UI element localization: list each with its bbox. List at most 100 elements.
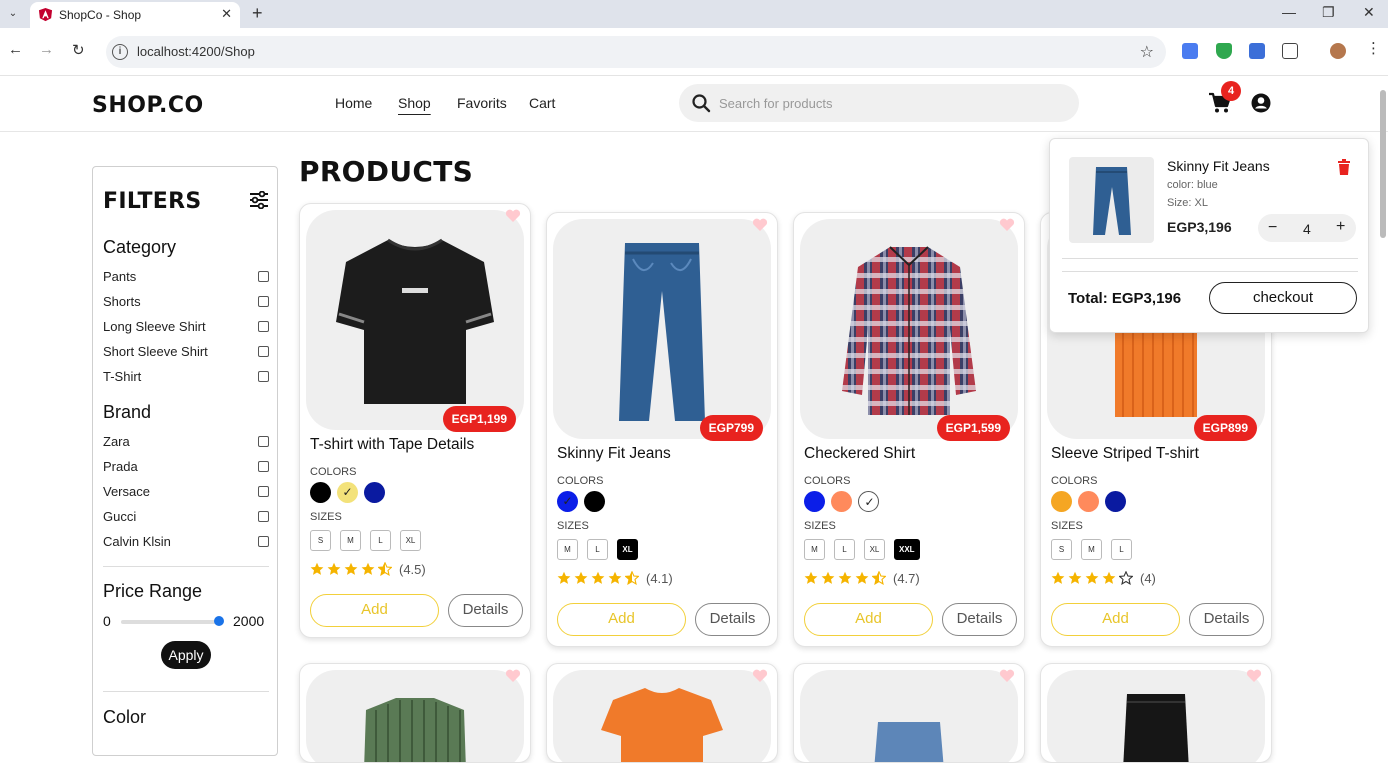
size-option[interactable]: S [310,530,331,551]
size-option[interactable]: M [1081,539,1102,560]
translate-extension-icon[interactable] [1182,43,1198,59]
size-option[interactable]: L [1111,539,1132,560]
tab-search-chevron-icon[interactable]: ⌄ [4,5,22,23]
extensions-puzzle-icon[interactable] [1282,43,1298,59]
product-image[interactable] [306,670,524,762]
shield-extension-icon[interactable] [1216,43,1232,59]
product-card[interactable] [1040,663,1272,763]
window-close-icon[interactable]: ✕ [1363,4,1375,21]
size-option[interactable]: L [587,539,608,560]
product-image[interactable] [306,210,524,430]
user-icon[interactable] [1251,93,1271,113]
color-swatch[interactable] [557,491,578,512]
bookmark-star-icon[interactable]: ☆ [1140,42,1154,62]
color-swatch[interactable] [858,491,880,513]
product-name[interactable]: Skinny Fit Jeans [557,445,671,463]
favorite-heart-icon[interactable] [752,218,768,232]
add-to-cart-button[interactable]: Add [804,603,933,636]
cart-item-image[interactable] [1069,157,1154,243]
details-button[interactable]: Details [942,603,1017,636]
profile-avatar[interactable] [1330,43,1346,59]
minimize-icon[interactable]: — [1282,4,1296,20]
checkbox[interactable] [258,461,269,472]
product-card[interactable] [793,663,1025,763]
size-option[interactable]: XL [617,539,638,560]
size-option[interactable]: M [557,539,578,560]
maximize-icon[interactable]: ❐ [1322,4,1335,21]
product-card[interactable]: EGP1,599 Checkered Shirt COLORS SIZES ML… [793,212,1025,647]
product-card[interactable] [546,663,778,763]
new-tab-icon[interactable]: + [252,3,263,24]
apply-button[interactable]: Apply [161,641,211,669]
increase-quantity-button[interactable]: + [1336,218,1345,236]
copy-extension-icon[interactable] [1249,43,1265,59]
favorite-heart-icon[interactable] [999,218,1015,232]
color-swatch[interactable] [364,482,385,503]
product-image[interactable] [800,670,1018,762]
details-button[interactable]: Details [1189,603,1264,636]
filter-category-long-sleeve-shirt[interactable]: Long Sleeve Shirt [103,319,269,337]
color-swatch[interactable] [1078,491,1099,512]
size-option[interactable]: XXL [894,539,920,560]
details-button[interactable]: Details [695,603,770,636]
details-button[interactable]: Details [448,594,523,627]
site-info-icon[interactable]: i [112,44,128,60]
browser-menu-icon[interactable]: ⋮ [1366,39,1381,57]
price-range-track[interactable] [121,620,219,624]
product-image[interactable] [800,219,1018,439]
product-card[interactable] [299,663,531,763]
sliders-icon[interactable] [249,191,269,209]
favorite-heart-icon[interactable] [999,669,1015,683]
favorite-heart-icon[interactable] [505,209,521,223]
product-name[interactable]: Sleeve Striped T-shirt [1051,445,1199,463]
filter-category-t-shirt[interactable]: T-Shirt [103,369,269,387]
size-option[interactable]: L [370,530,391,551]
color-swatch[interactable] [1051,491,1072,512]
color-swatch[interactable] [804,491,825,512]
checkbox[interactable] [258,346,269,357]
size-option[interactable]: M [340,530,361,551]
reload-icon[interactable]: ↻ [72,41,85,59]
size-option[interactable]: XL [400,530,421,551]
checkbox[interactable] [258,436,269,447]
checkbox[interactable] [258,321,269,332]
checkbox[interactable] [258,511,269,522]
forward-icon[interactable]: → [39,41,54,58]
decrease-quantity-button[interactable]: − [1268,219,1277,237]
checkbox[interactable] [258,296,269,307]
add-to-cart-button[interactable]: Add [557,603,686,636]
favorite-heart-icon[interactable] [1246,669,1262,683]
trash-icon[interactable] [1337,159,1351,175]
checkbox[interactable] [258,371,269,382]
url-text[interactable]: localhost:4200/Shop [137,44,255,59]
add-to-cart-button[interactable]: Add [1051,603,1180,636]
filter-category-short-sleeve-shirt[interactable]: Short Sleeve Shirt [103,344,269,362]
product-name[interactable]: Checkered Shirt [804,445,915,463]
product-image[interactable] [553,670,771,762]
product-card[interactable]: EGP799 Skinny Fit Jeans COLORS SIZES MLX… [546,212,778,647]
color-swatch[interactable] [831,491,852,512]
checkbox[interactable] [258,271,269,282]
page-scrollbar[interactable] [1380,90,1386,238]
checkout-button[interactable]: checkout [1209,282,1357,314]
filter-brand-versace[interactable]: Versace [103,484,269,502]
size-option[interactable]: L [834,539,855,560]
favorite-heart-icon[interactable] [505,669,521,683]
tab-close-icon[interactable]: ✕ [221,6,232,22]
color-swatch[interactable] [310,482,331,503]
filter-brand-prada[interactable]: Prada [103,459,269,477]
nav-home[interactable]: Home [335,95,372,111]
search-input[interactable] [719,93,1059,113]
search-bar[interactable] [679,84,1079,122]
product-image[interactable] [1047,670,1265,762]
product-card[interactable]: EGP1,199 T-shirt with Tape Details COLOR… [299,203,531,638]
checkbox[interactable] [258,536,269,547]
product-image[interactable] [553,219,771,439]
price-range-thumb[interactable] [214,616,224,626]
site-logo[interactable]: SHOP.CO [92,93,204,118]
filter-category-shorts[interactable]: Shorts [103,294,269,312]
filter-category-pants[interactable]: Pants [103,269,269,287]
checkbox[interactable] [258,486,269,497]
filter-brand-zara[interactable]: Zara [103,434,269,452]
filter-brand-calvin-klsin[interactable]: Calvin Klsin [103,534,269,552]
